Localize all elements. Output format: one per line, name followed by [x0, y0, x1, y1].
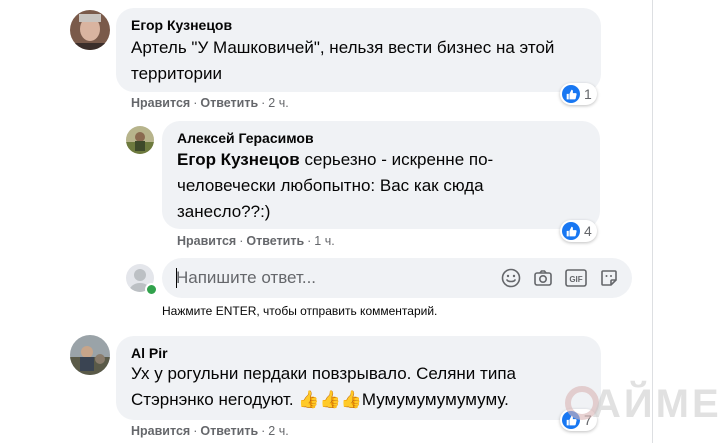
comment-author[interactable]: Егор Кузнецов	[131, 17, 232, 33]
reply-input[interactable]	[176, 258, 476, 298]
avatar-al-pir[interactable]	[70, 335, 110, 375]
comment-text-line: Артель "У Машковичей", нельзя вести бизн…	[131, 38, 555, 57]
comment-actions: Нравится · Ответить · 1 ч.	[177, 234, 335, 248]
reply-hint: Нажмите ENTER, чтобы отправить комментар…	[162, 304, 438, 318]
like-link[interactable]: Нравится	[177, 234, 236, 248]
thumbs-up-emoji: 👍👍👍	[298, 390, 362, 409]
thumbs-up-icon	[562, 85, 580, 103]
comment-text-span: Мумумумумумуму.	[361, 390, 509, 409]
comment-text: Артель "У Машковичей", нельзя вести бизн…	[131, 35, 596, 87]
comment-text-line: территории	[131, 64, 222, 83]
comment-actions: Нравится · Ответить · 2 ч.	[131, 96, 289, 110]
comment-text-span: серьезно - искренне по-	[299, 150, 494, 169]
comment-time[interactable]: 2 ч.	[268, 96, 288, 110]
camera-icon[interactable]	[532, 267, 554, 289]
avatar-aleksey[interactable]	[126, 126, 154, 154]
comment-text-span: Стэрнэнко негодуют.	[131, 390, 299, 409]
reply-link[interactable]: Ответить	[200, 424, 258, 438]
gif-icon[interactable]: GIF	[565, 267, 587, 289]
online-status-dot	[145, 283, 158, 296]
comment-text-line: Ух у рогульни пердаки повзрывало. Селяни…	[131, 364, 516, 383]
text-caret	[176, 268, 177, 288]
thumbs-up-icon	[562, 222, 580, 240]
like-link[interactable]: Нравится	[131, 96, 190, 110]
comment-author[interactable]: Алексей Герасимов	[177, 130, 314, 146]
reply-link[interactable]: Ответить	[200, 96, 258, 110]
reaction-summary[interactable]: 4	[560, 220, 597, 242]
watermark-text: АЙМЕР	[592, 382, 723, 426]
reply-composer: GIF	[162, 258, 632, 298]
reaction-count: 1	[584, 86, 592, 102]
comment-text-line: Стэрнэнко негодуют. 👍👍👍Мумумумумумуму.	[131, 387, 596, 413]
comment-author[interactable]: Al Pir	[131, 345, 168, 361]
like-link[interactable]: Нравится	[131, 424, 190, 438]
reply-link[interactable]: Ответить	[246, 234, 304, 248]
comment-text: Ух у рогульни пердаки повзрывало. Селяни…	[131, 361, 596, 413]
sticker-icon[interactable]	[598, 267, 620, 289]
comment-text: Егор Кузнецов серьезно - искренне по- че…	[177, 147, 597, 225]
feed-right-border	[652, 0, 653, 443]
reaction-count: 4	[584, 223, 592, 239]
comment-actions: Нравится · Ответить · 2 ч.	[131, 424, 289, 438]
mention-link[interactable]: Егор Кузнецов	[177, 150, 300, 169]
comment-text-line: занесло??:)	[177, 202, 271, 221]
emoji-icon[interactable]	[500, 267, 522, 289]
comment-text-line: Егор Кузнецов серьезно - искренне по-	[177, 147, 597, 173]
comment-time[interactable]: 1 ч.	[314, 234, 334, 248]
reaction-summary[interactable]: 1	[560, 83, 597, 105]
comment-time[interactable]: 2 ч.	[268, 424, 288, 438]
avatar-egor[interactable]	[70, 10, 110, 50]
svg-text:GIF: GIF	[569, 275, 582, 284]
comment-text-line: человечески любопытно: Вас как сюда	[177, 176, 484, 195]
